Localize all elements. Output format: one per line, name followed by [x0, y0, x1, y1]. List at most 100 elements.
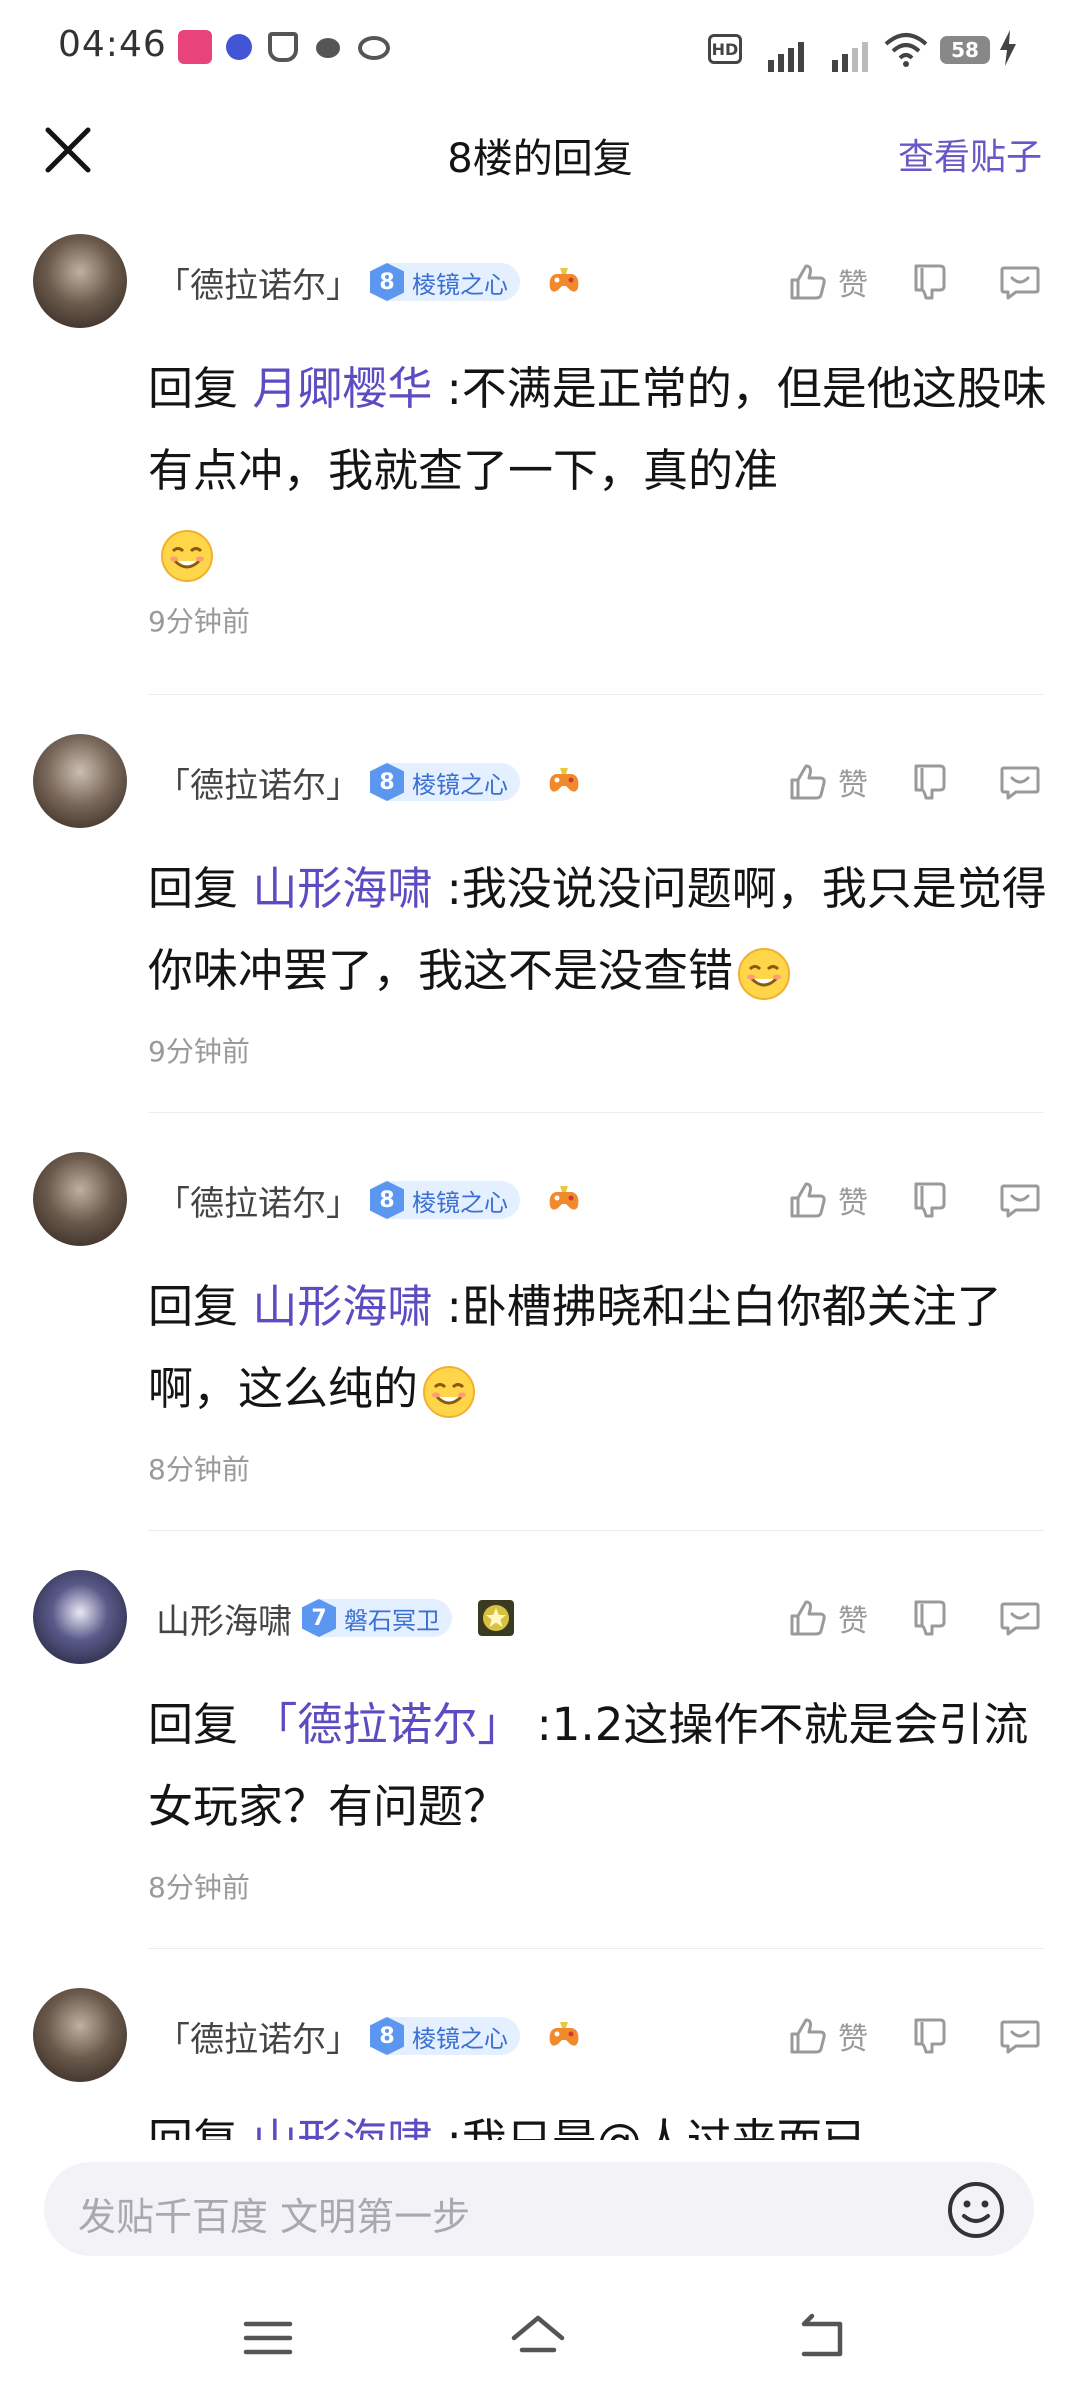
thumbs-up-icon [790, 1600, 826, 1636]
comment-time: 9分钟前 [148, 1035, 250, 1068]
avatar[interactable] [33, 1988, 127, 2082]
comment-actions: 赞 [786, 252, 1042, 312]
reply-comment-icon[interactable] [998, 760, 1042, 804]
tieba-notification-icon [226, 34, 252, 60]
reply-text: 回复 山形海啸 :我只是@人过来而已 [148, 2100, 1048, 2140]
level-number: 7 [302, 1599, 336, 1637]
like-label: 赞 [838, 1186, 868, 1221]
hd-icon: HD [708, 34, 742, 64]
like-button[interactable]: 赞 [786, 760, 868, 804]
storage-notification-icon [268, 32, 298, 62]
thumbs-up-icon [790, 764, 826, 800]
signal-2-icon [832, 32, 868, 72]
username[interactable]: 山形海啸 [156, 1594, 292, 1643]
thumbs-down-icon[interactable] [910, 2014, 954, 2058]
username[interactable]: 「德拉诺尔」 [156, 2012, 360, 2061]
reply-text: 回复 「德拉诺尔」 :1.2这操作不就是会引流女玩家？有问题？ [148, 1684, 1048, 1848]
comment-actions: 赞 [786, 752, 1042, 812]
like-label: 赞 [838, 268, 868, 303]
reply-target-user[interactable]: 「德拉诺尔」 [252, 1698, 522, 1751]
game-controller-medal-icon [549, 2022, 579, 2046]
game-controller-medal-icon [549, 768, 579, 792]
username[interactable]: 「德拉诺尔」 [156, 258, 360, 307]
level-title: 棱镜之心 [412, 270, 508, 299]
comment-actions: 赞 [786, 1588, 1042, 1648]
smile-emoji-icon [423, 1366, 476, 1418]
divider [148, 694, 1044, 695]
divider [148, 1530, 1044, 1531]
reply-target-user[interactable]: 月卿樱华 [252, 362, 432, 415]
thumbs-up-icon [790, 1182, 826, 1218]
divider [148, 1948, 1044, 1949]
like-button[interactable]: 赞 [786, 260, 868, 304]
comment-actions: 赞 [786, 1170, 1042, 1230]
reply-comment-icon[interactable] [998, 2014, 1042, 2058]
emoji-icon[interactable] [946, 2180, 1006, 2240]
username[interactable]: 「德拉诺尔」 [156, 1176, 360, 1225]
comment-actions: 赞 [786, 2006, 1042, 2066]
reply-target-user[interactable]: 山形海啸 [252, 1280, 432, 1333]
comment-input-bar: 发贴千百度 文明第一步 [0, 2140, 1080, 2270]
reply-target-user[interactable]: 山形海啸 [252, 862, 432, 915]
level-number: 8 [370, 263, 404, 301]
like-label: 赞 [838, 768, 868, 803]
level-title: 棱镜之心 [412, 2024, 508, 2053]
comment-input[interactable]: 发贴千百度 文明第一步 [44, 2162, 1034, 2256]
avatar[interactable] [33, 1152, 127, 1246]
reply-prefix: 回复 [148, 1280, 253, 1333]
signal-1-icon [768, 32, 804, 72]
game-controller-medal-icon [549, 1186, 579, 1210]
avatar[interactable] [33, 234, 127, 328]
view-post-link[interactable]: 查看贴子 [898, 128, 1042, 180]
bilibili-notification-icon [178, 30, 212, 64]
level-number: 8 [370, 2017, 404, 2055]
reply-target-user[interactable]: 山形海啸 [252, 2114, 432, 2140]
header: 8楼的回复 查看贴子 [0, 96, 1080, 216]
thumbs-up-icon [790, 2018, 826, 2054]
reply-comment-icon[interactable] [998, 1596, 1042, 1640]
level-title: 磐石冥卫 [344, 1606, 440, 1635]
like-button[interactable]: 赞 [786, 1596, 868, 1640]
avatar[interactable] [33, 734, 127, 828]
menu-icon[interactable] [240, 2310, 296, 2366]
status-bar: 04:46 HD 58 [0, 0, 1080, 96]
comment-header: 「德拉诺尔」 8 棱镜之心 [156, 2006, 584, 2066]
reply-text: 回复 山形海啸 :卧槽拂晓和尘白你都关注了啊，这么纯的 [148, 1266, 1048, 1430]
like-button[interactable]: 赞 [786, 2014, 868, 2058]
reply-text: 回复 月卿樱华 :不满是正常的，但是他这股味有点冲，我就查了一下，真的准 [148, 348, 1048, 594]
reply-prefix: 回复 [148, 362, 253, 415]
level-badge: 8 棱镜之心 [370, 1181, 520, 1219]
thumbs-down-icon[interactable] [910, 1596, 954, 1640]
thumbs-down-icon[interactable] [910, 1178, 954, 1222]
level-badge: 8 棱镜之心 [370, 763, 520, 801]
comment-header: 山形海啸 7 磐石冥卫 [156, 1588, 516, 1648]
reply-comment-icon[interactable] [998, 1178, 1042, 1222]
smile-emoji-icon [738, 948, 791, 1000]
chat-notification-icon [316, 38, 340, 58]
level-badge: 8 棱镜之心 [370, 2017, 520, 2055]
reply-text: 回复 山形海啸 :我没说没问题啊，我只是觉得你味冲罢了，我这不是没查错 [148, 848, 1048, 1012]
back-icon[interactable] [794, 2310, 850, 2366]
thumbs-down-icon[interactable] [910, 760, 954, 804]
comment-time: 8分钟前 [148, 1453, 250, 1486]
wifi-icon [884, 33, 928, 67]
system-nav-bar [0, 2270, 1080, 2404]
reply-comment-icon[interactable] [998, 260, 1042, 304]
game-controller-medal-icon [549, 268, 579, 292]
avatar[interactable] [33, 1570, 127, 1664]
star-medal-icon [478, 1600, 514, 1636]
username[interactable]: 「德拉诺尔」 [156, 758, 360, 807]
reply-prefix: 回复 [148, 862, 253, 915]
charging-icon [1000, 30, 1016, 66]
reply-body: :我只是@人过来而已 [432, 2114, 867, 2140]
comment-time: 8分钟前 [148, 1871, 250, 1904]
comment-header: 「德拉诺尔」 8 棱镜之心 [156, 752, 584, 812]
home-icon[interactable] [510, 2310, 566, 2366]
level-title: 棱镜之心 [412, 1188, 508, 1217]
comment-time: 9分钟前 [148, 605, 250, 638]
level-number: 8 [370, 763, 404, 801]
reply-prefix: 回复 [148, 1698, 253, 1751]
level-number: 8 [370, 1181, 404, 1219]
like-button[interactable]: 赞 [786, 1178, 868, 1222]
thumbs-down-icon[interactable] [910, 260, 954, 304]
